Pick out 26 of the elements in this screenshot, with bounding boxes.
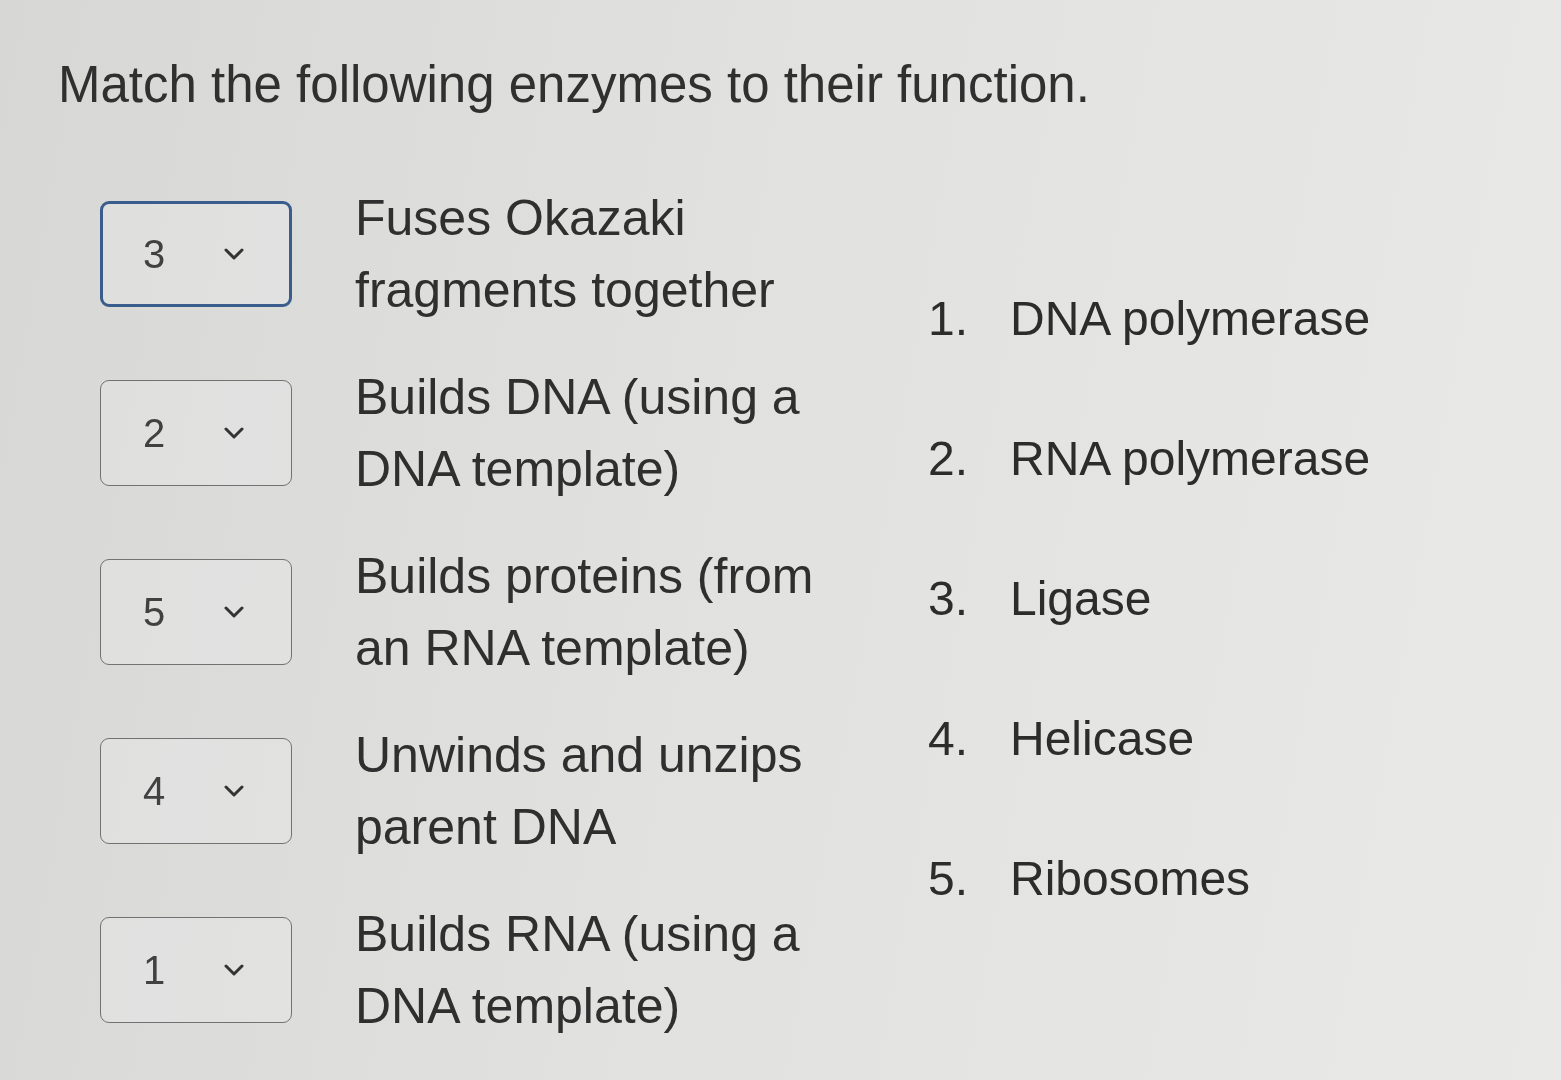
function-description: Fuses Okazaki fragments together bbox=[355, 189, 776, 320]
chevron-down-icon bbox=[224, 964, 244, 976]
list-number: 5. bbox=[928, 850, 970, 906]
chevron-down-icon bbox=[224, 785, 244, 797]
chevron-down-icon bbox=[224, 606, 244, 618]
function-description: Builds RNA (using a DNA template) bbox=[355, 905, 801, 1036]
chevron-down-icon bbox=[224, 427, 244, 439]
question-prompt: Match the following enzymes to their function. bbox=[58, 55, 1090, 115]
enzyme-name: RNA polymerase bbox=[1010, 430, 1371, 486]
list-number: 3. bbox=[928, 570, 970, 626]
enzyme-name: Ribosomes bbox=[1010, 850, 1251, 906]
enzyme-name: Ligase bbox=[1010, 570, 1152, 626]
answer-dropdown[interactable]: 1 bbox=[100, 917, 292, 1023]
answer-dropdown[interactable]: 4 bbox=[100, 738, 292, 844]
list-number: 2. bbox=[928, 430, 970, 486]
list-number: 1. bbox=[928, 290, 970, 346]
function-description: Builds proteins (from an RNA template) bbox=[355, 547, 815, 678]
list-number: 4. bbox=[928, 710, 970, 766]
enzyme-name: DNA polymerase bbox=[1010, 290, 1371, 346]
function-description: Unwinds and unzips parent DNA bbox=[355, 726, 804, 857]
chevron-down-icon bbox=[224, 248, 244, 260]
answer-dropdown[interactable]: 5 bbox=[100, 559, 292, 665]
enzyme-name: Helicase bbox=[1010, 710, 1195, 766]
answer-dropdown[interactable]: 2 bbox=[100, 380, 292, 486]
function-description: Builds DNA (using a DNA template) bbox=[355, 368, 801, 499]
answer-dropdown[interactable]: 3 bbox=[100, 201, 292, 307]
